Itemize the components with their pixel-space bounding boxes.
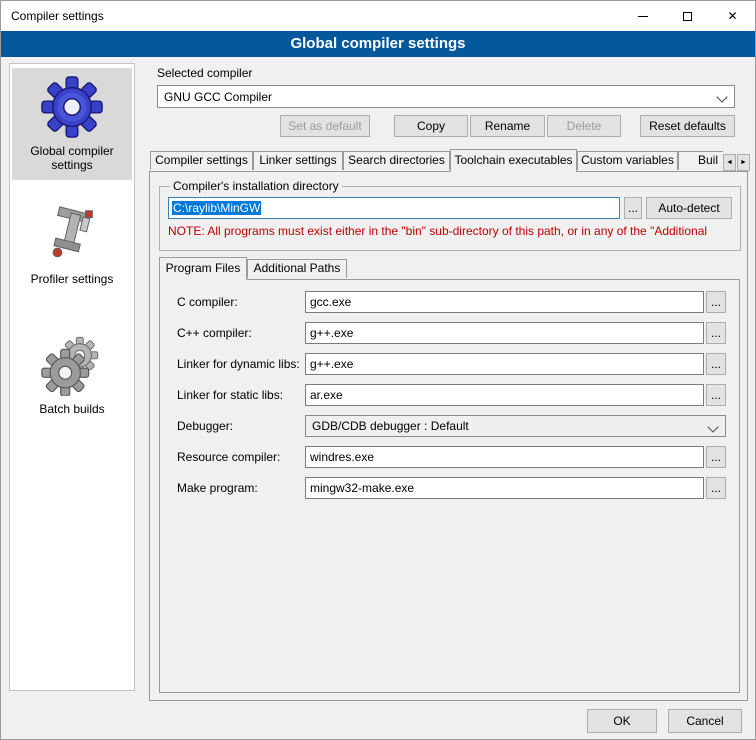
- compiler-select-value: GNU GCC Compiler: [164, 90, 272, 104]
- caption-buttons: ✕: [620, 1, 755, 31]
- tab-linker-settings[interactable]: Linker settings: [253, 151, 343, 170]
- debugger-label: Debugger:: [177, 415, 233, 437]
- debugger-select-value: GDB/CDB debugger : Default: [312, 419, 469, 433]
- batch-builds-icon: [12, 330, 132, 400]
- installation-directory-legend: Compiler's installation directory: [170, 179, 342, 193]
- tab-program-files[interactable]: Program Files: [159, 257, 247, 280]
- installation-directory-input[interactable]: C:\raylib\MinGW: [168, 197, 620, 219]
- linker-dynamic-browse-button[interactable]: ...: [706, 353, 726, 375]
- c-compiler-input[interactable]: [305, 291, 704, 313]
- sidebar-item-label: Profiler settings: [12, 270, 132, 290]
- linker-static-browse-button[interactable]: ...: [706, 384, 726, 406]
- linker-static-label: Linker for static libs:: [177, 384, 283, 406]
- sidebar-item-label: Batch builds: [12, 400, 132, 420]
- tab-compiler-settings[interactable]: Compiler settings: [150, 151, 253, 170]
- ok-button[interactable]: OK: [587, 709, 657, 733]
- program-files-tabstrip: Program Files Additional Paths: [159, 257, 347, 280]
- cpp-compiler-browse-button[interactable]: ...: [706, 322, 726, 344]
- minimize-button[interactable]: [620, 1, 665, 31]
- minimize-icon: [638, 16, 648, 17]
- sidebar-item-batch-builds[interactable]: Batch builds: [12, 326, 132, 424]
- maximize-button[interactable]: [665, 1, 710, 31]
- maximize-icon: [683, 12, 692, 21]
- installation-directory-row: C:\raylib\MinGW ... Auto-detect: [168, 197, 732, 219]
- settings-tabstrip: Compiler settings Linker settings Search…: [150, 149, 723, 172]
- sidebar-item-label: Global compiler settings: [12, 142, 132, 176]
- sidebar-item-profiler-settings[interactable]: Profiler settings: [12, 196, 132, 294]
- set-as-default-button[interactable]: Set as default: [280, 115, 370, 137]
- tab-additional-paths[interactable]: Additional Paths: [247, 259, 347, 278]
- make-program-input[interactable]: [305, 477, 704, 499]
- compiler-select[interactable]: GNU GCC Compiler: [157, 85, 735, 108]
- tab-build-truncated[interactable]: Buil: [678, 151, 723, 170]
- compiler-actions: Set as default Copy Rename Delete Reset …: [157, 115, 735, 137]
- chevron-down-icon: [707, 421, 718, 432]
- copy-button[interactable]: Copy: [394, 115, 468, 137]
- linker-dynamic-input[interactable]: [305, 353, 704, 375]
- bin-subdirectory-note: NOTE: All programs must exist either in …: [168, 224, 732, 238]
- compiler-settings-window: Compiler settings ✕ Global compiler sett…: [0, 0, 756, 740]
- cpp-compiler-input[interactable]: [305, 322, 704, 344]
- tab-scroll-right-button[interactable]: ►: [737, 154, 750, 171]
- sidebar: Global compiler settings Profiler settin…: [9, 63, 135, 691]
- installation-directory-group: Compiler's installation directory C:\ray…: [159, 179, 741, 251]
- cancel-button[interactable]: Cancel: [668, 709, 742, 733]
- sidebar-item-global-compiler-settings[interactable]: Global compiler settings: [12, 68, 132, 180]
- linker-dynamic-label: Linker for dynamic libs:: [177, 353, 300, 375]
- resource-compiler-input[interactable]: [305, 446, 704, 468]
- rename-button[interactable]: Rename: [470, 115, 545, 137]
- chevron-down-icon: [716, 91, 727, 102]
- auto-detect-button[interactable]: Auto-detect: [646, 197, 732, 219]
- selected-text: C:\raylib\MinGW: [172, 201, 261, 215]
- linker-static-input[interactable]: [305, 384, 704, 406]
- reset-defaults-button[interactable]: Reset defaults: [640, 115, 735, 137]
- selected-compiler-label: Selected compiler: [157, 65, 252, 81]
- delete-button[interactable]: Delete: [547, 115, 621, 137]
- window-title: Compiler settings: [11, 9, 104, 23]
- make-program-label: Make program:: [177, 477, 258, 499]
- tab-search-directories[interactable]: Search directories: [343, 151, 450, 170]
- resource-compiler-browse-button[interactable]: ...: [706, 446, 726, 468]
- global-compiler-gear-icon: [12, 72, 132, 142]
- installation-directory-browse-button[interactable]: ...: [624, 197, 642, 219]
- close-icon: ✕: [727, 10, 737, 22]
- debugger-select[interactable]: GDB/CDB debugger : Default: [305, 415, 726, 437]
- c-compiler-label: C compiler:: [177, 291, 238, 313]
- c-compiler-browse-button[interactable]: ...: [706, 291, 726, 313]
- make-program-browse-button[interactable]: ...: [706, 477, 726, 499]
- tab-toolchain-executables[interactable]: Toolchain executables: [450, 149, 577, 172]
- close-button[interactable]: ✕: [710, 1, 755, 31]
- profiler-icon: [12, 200, 132, 270]
- cpp-compiler-label: C++ compiler:: [177, 322, 252, 344]
- resource-compiler-label: Resource compiler:: [177, 446, 280, 468]
- tab-scroll-left-button[interactable]: ◄: [723, 154, 736, 171]
- dialog-title-banner: Global compiler settings: [1, 31, 755, 57]
- tab-custom-variables[interactable]: Custom variables: [577, 151, 678, 170]
